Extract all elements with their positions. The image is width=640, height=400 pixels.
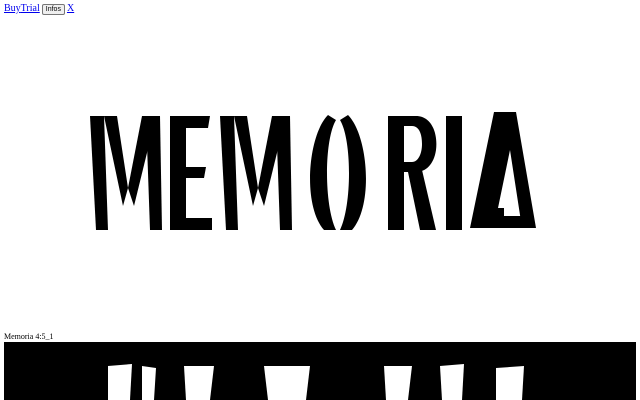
close-link[interactable]: X [67,3,74,15]
glyph-m-2 [220,116,292,230]
glyph-i [446,116,462,230]
glyph-r [388,116,437,230]
infos-button[interactable]: Infos [41,3,65,15]
glyph-m-1 [90,116,162,230]
strip-glyph-stem-5 [384,366,412,400]
glyph-a [470,112,536,228]
buy-link[interactable]: Buy [4,3,21,15]
strip-glyph-stem-7 [496,366,524,400]
specimen-strip [4,342,636,400]
strip-glyph-stem-3 [184,366,214,400]
strip-glyph-stem-1 [108,364,132,400]
strip-glyph-stem-4 [264,366,310,400]
strip-glyph-stem-2 [142,366,156,400]
trial-link[interactable]: Trial [21,3,40,15]
specimen-strip-glyphs [108,364,524,400]
hero-specimen [0,100,640,245]
glyph-e-1 [170,116,212,230]
specimen-caption: Memoria 4:5_1 [4,332,54,341]
top-nav: Buy Trial Infos X [4,3,74,15]
glyph-o [310,115,366,230]
hero-wordmark [90,112,536,230]
strip-glyph-stem-6 [440,364,464,400]
